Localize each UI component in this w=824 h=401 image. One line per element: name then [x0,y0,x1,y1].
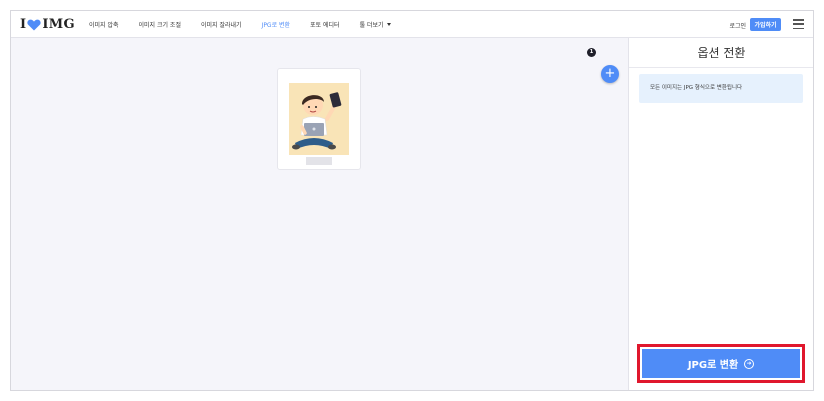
login-link[interactable]: 로그인 [729,21,746,30]
add-files-button[interactable]: + [601,65,619,83]
nav-item-convert-jpg[interactable]: JPG로 변환 [262,20,291,29]
nav-item-resize[interactable]: 이미지 크기 조절 [139,20,181,29]
nav-more-label: 툴 더보기 [359,22,384,29]
workspace: + [11,38,628,390]
logo-text-left: I [20,17,27,32]
options-sidebar: 옵션 전환 모든 이미지는 JPG 형식으로 변환됩니다 JPG로 변환 ➜ [628,38,813,390]
convert-button-highlight: JPG로 변환 ➜ [637,344,805,383]
main-nav: 이미지 압축 이미지 크기 조절 이미지 잘라내기 JPG로 변환 포토 에디터… [89,11,391,38]
heart-icon [27,19,42,30]
info-message: 모든 이미지는 JPG 형식으로 변환됩니다 [639,74,803,103]
convert-button-label: JPG로 변환 [687,360,739,371]
file-count-badge: 1 [587,48,596,57]
arrow-right-circle-icon: ➜ [744,358,755,369]
sidebar-title: 옵션 전환 [629,38,813,68]
file-card[interactable] [277,68,361,170]
app-window: I IMG 이미지 압축 이미지 크기 조절 이미지 잘라내기 JPG로 변환 … [10,10,814,391]
nav-item-compress[interactable]: 이미지 압축 [89,20,119,29]
illustration-person-laptop [289,83,349,155]
convert-to-jpg-button[interactable]: JPG로 변환 ➜ [642,349,800,378]
logo[interactable]: I IMG [20,16,75,33]
plus-icon: + [604,66,616,81]
logo-text-right: IMG [42,17,75,32]
top-navbar: I IMG 이미지 압축 이미지 크기 조절 이미지 잘라내기 JPG로 변환 … [11,11,813,38]
signup-button[interactable]: 가입하기 [750,18,781,31]
nav-item-crop[interactable]: 이미지 잘라내기 [201,20,242,29]
nav-item-photo-editor[interactable]: 포토 에디터 [310,20,340,29]
image-thumbnail [289,83,349,155]
hamburger-icon[interactable] [793,19,804,29]
file-name-placeholder [306,157,332,165]
nav-more-tools[interactable]: 툴 더보기 [360,20,391,29]
caret-down-icon [386,23,391,26]
